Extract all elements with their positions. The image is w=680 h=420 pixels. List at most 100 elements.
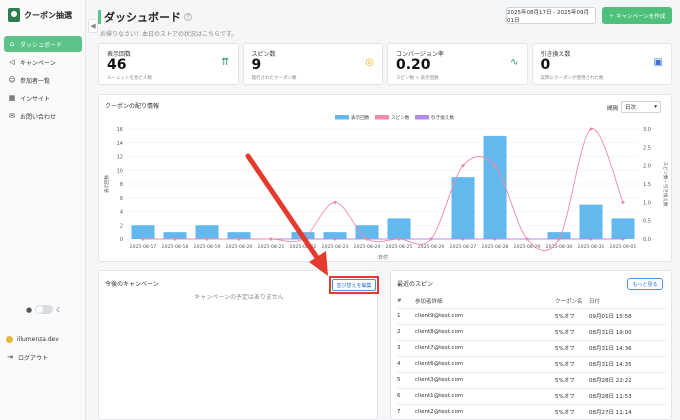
table-row[interactable]: 5 client3@test.com 5%オフ 08月28日 22:22 [397,372,667,389]
pulse-icon: ∿ [510,57,519,68]
row-index: 6 [397,388,415,405]
x-tick-label: 2025-08-31 [578,244,605,250]
bar [131,225,155,239]
stat-card-conversion: コンバージョン率 0.20 スピン数 ÷ 表示回数 ∿ [387,43,528,85]
bar [387,218,411,239]
basket-icon: ▣ [653,57,663,68]
date-range-picker[interactable]: 2025年08月17日 - 2025年09月01日 [506,7,596,24]
bar [483,135,507,239]
moon-icon: ☾ [56,305,63,314]
data-point [621,237,625,241]
sidebar-item-label: お問い合わせ [20,114,57,121]
spin-date: 08月31日 14:36 [589,340,667,357]
account-name: illumenza.dev [17,335,59,343]
data-point [397,237,401,241]
bar [195,225,219,239]
see-more-button[interactable]: もっと見る [627,278,663,290]
data-point [461,237,465,241]
help-icon[interactable]: ? [184,13,192,21]
sidebar-item-participants[interactable]: ☺ 参加者一覧 [4,73,82,88]
page-title-text: ダッシュボード [104,11,181,24]
spin-date: 08月31日 19:00 [589,324,667,341]
table-row[interactable]: 3 client7@test.com 5%オフ 08月31日 14:36 [397,340,667,357]
chart-card: クーポンの配り情報 間隔 日次 ▾ 0 2 4 6 8 10 12 14 16 0.0 0.5 1.0… [98,94,672,262]
bar [611,218,635,239]
stat-value: 46 [107,57,127,73]
row-index: 2 [397,324,415,341]
data-point [141,237,145,241]
legend-label: 表示回数 [351,114,370,121]
spin-date: 09月01日 15:58 [589,308,667,325]
sidebar-footer: illumenza.dev ⇥ ログアウト [6,333,84,369]
x-tick-label: 2025-08-17 [130,244,157,250]
y2-tick-label: 0.0 [643,237,651,243]
x-tick-label: 2025-08-23 [322,244,349,250]
table-row[interactable]: 7 client2@test.com 5%オフ 08月27日 11:14 [397,404,667,420]
y-tick-label: 2 [120,223,123,229]
sidebar: クーポン抽選 ⌂ ダッシュボード ◁ キャンペーン ☺ 参加者一覧 ▦ インサイ… [0,0,86,420]
participant-email: client6@test.com [415,356,555,373]
spin-date: 08月27日 11:14 [589,404,667,420]
table-header-row: # 参加者詳細 クーポン名 日付 [397,295,667,309]
table-row[interactable]: 1 client9@test.com 5%オフ 09月01日 15:58 [397,308,667,325]
coupon-name: 5%オフ [555,388,589,405]
sidebar-item-campaign[interactable]: ◁ キャンペーン [4,55,82,70]
y-tick-label: 4 [120,210,123,216]
stat-value: 9 [251,57,262,73]
edit-order-button[interactable]: 並び替えを編集 [332,279,376,291]
home-icon: ⌂ [9,39,15,48]
row-index: 3 [397,340,415,357]
column-header: 日付 [589,295,667,309]
create-campaign-label: キャンペーンを作成 [616,13,666,20]
x-tick-label: 2025-08-24 [354,244,381,250]
x-tick-label: 2025-08-18 [162,244,189,250]
sidebar-collapse-button[interactable]: ◀ [88,19,98,33]
x-tick-label: 2025-08-21 [258,244,285,250]
x-tick-label: 2025-08-20 [226,244,253,250]
row-index: 1 [397,308,415,325]
bar [451,177,475,239]
y-tick-label: 6 [120,196,123,202]
table-row[interactable]: 6 client1@test.com 5%オフ 08月28日 11:53 [397,388,667,405]
recent-spins-card: 最近のスピン もっと見る # 参加者詳細 クーポン名 日付 1 client9@t… [390,270,672,420]
stat-desc: 実際にクーポンが使用された数 [540,76,604,81]
participant-email: client1@test.com [415,388,555,405]
data-point [621,200,625,204]
spins-title: 最近のスピン [397,281,434,288]
x-tick-label: 2025-08-25 [386,244,413,250]
brand[interactable]: クーポン抽選 [8,8,72,22]
x-tick-label: 2025-08-29 [514,244,541,250]
legend-swatch [415,115,429,120]
trending-icon: ⇈ [221,57,230,68]
sidebar-item-dashboard[interactable]: ⌂ ダッシュボード [4,36,82,52]
account-item[interactable]: illumenza.dev [6,333,84,345]
y-tick-label: 14 [117,141,123,147]
data-point [173,237,177,241]
bar [579,204,603,239]
coupon-name: 5%オフ [555,308,589,325]
sidebar-item-insight[interactable]: ▦ インサイト [4,91,82,106]
logout-button[interactable]: ⇥ ログアウト [6,351,84,363]
toggle-track[interactable] [35,305,54,314]
spin-date: 08月31日 14:35 [589,356,667,373]
column-header: 参加者詳細 [415,295,555,309]
row-index: 5 [397,372,415,389]
mail-icon: ✉ [9,112,15,120]
y2-tick-label: 1.5 [643,182,651,188]
page-title: ダッシュボード ? [98,9,192,25]
theme-toggle[interactable]: ● ☾ [26,305,62,314]
sidebar-item-label: インサイト [20,96,51,103]
y2-tick-label: 1.0 [643,200,651,206]
column-header: クーポン名 [555,295,589,309]
plus-icon: ＋ [608,13,615,20]
sun-icon: ● [26,305,33,314]
sidebar-item-label: ダッシュボード [20,41,63,49]
table-row[interactable]: 2 client8@test.com 5%オフ 08月31日 19:00 [397,324,667,341]
create-campaign-button[interactable]: ＋ キャンペーンを作成 [602,7,672,24]
sidebar-item-contact[interactable]: ✉ お問い合わせ [4,109,82,124]
data-point [205,237,209,241]
page-subtitle: お帰りなさい！本日のストアの状況はこちらです。 [100,31,238,38]
table-row[interactable]: 4 client6@test.com 5%オフ 08月31日 14:35 [397,356,667,373]
app-root: クーポン抽選 ⌂ ダッシュボード ◁ キャンペーン ☺ 参加者一覧 ▦ インサイ… [0,0,680,420]
y-tick-label: 12 [117,155,123,161]
